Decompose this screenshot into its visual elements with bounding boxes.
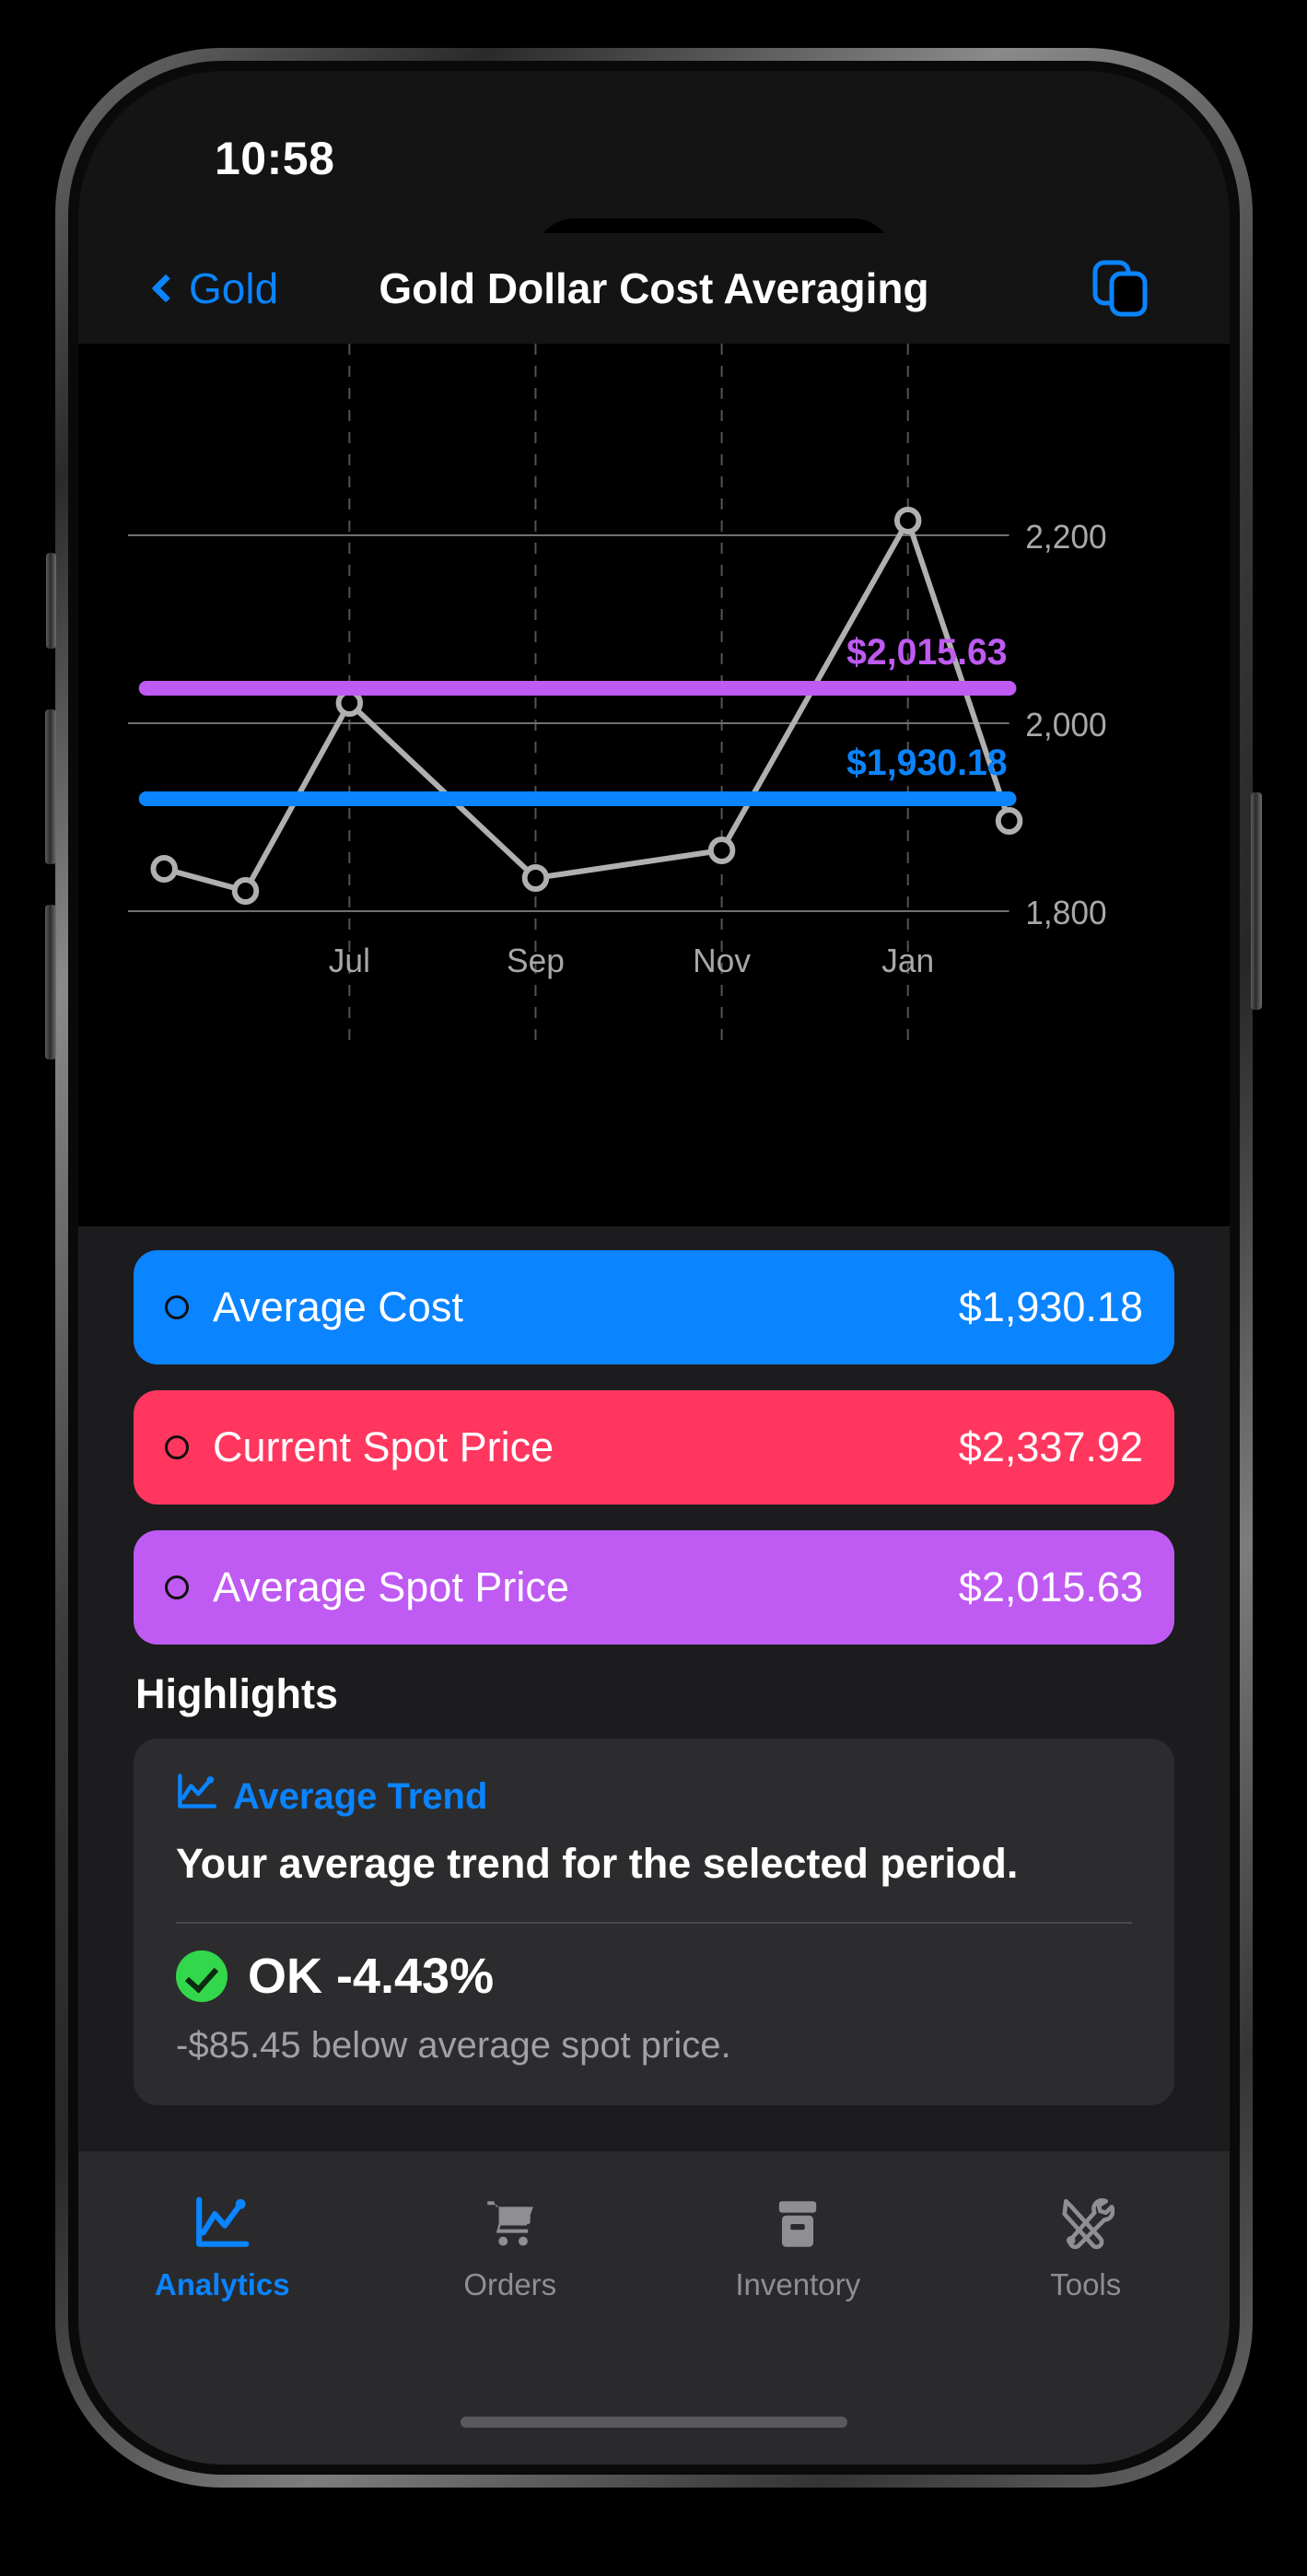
legend-card-average-cost[interactable]: Average Cost $1,930.18	[134, 1250, 1174, 1364]
highlight-card-subtext: -$85.45 below average spot price.	[176, 2024, 731, 2066]
highlight-card-average-trend[interactable]: Average Trend Your average trend for the…	[134, 1739, 1174, 2105]
volume-down-button[interactable]	[45, 905, 56, 1060]
navigation-bar: Gold Gold Dollar Cost Averaging	[78, 233, 1230, 344]
dca-line-chart: 2,200 2,000 1,800 Jul Sep Nov Jan $2,015…	[127, 344, 1107, 1044]
price-series-line	[163, 513, 1012, 895]
circle-marker	[165, 1575, 189, 1599]
average-cost-annotation: $1,930.18	[846, 743, 1008, 783]
content-area: Average Cost $1,930.18 Current Spot Pric…	[78, 1226, 1230, 2151]
tab-label: Tools	[1050, 2267, 1122, 2301]
highlight-card-body: Your average trend for the selected peri…	[176, 1840, 1019, 1887]
phone-frame: 10:58 Gold Gold Dollar Cost Averaging 2,…	[55, 48, 1253, 2488]
chart-line-icon	[189, 2194, 255, 2254]
tab-bar: Analytics Orders Inventory Tools	[78, 2151, 1230, 2465]
circle-marker	[165, 1435, 189, 1459]
x-axis-labels: Jul Sep Nov Jan	[329, 943, 934, 979]
highlight-card-status: OK -4.43%	[176, 1948, 1132, 2005]
tab-inventory[interactable]: Inventory	[654, 2194, 942, 2302]
svg-text:Jul: Jul	[329, 943, 370, 979]
tab-label: Inventory	[735, 2267, 861, 2301]
svg-text:2,000: 2,000	[1025, 707, 1106, 744]
svg-text:Jan: Jan	[881, 943, 934, 979]
archive-box-icon	[764, 2194, 831, 2254]
price-series-points	[150, 507, 1023, 905]
divider	[176, 1921, 1132, 1924]
status-bar-time: 10:58	[215, 133, 335, 184]
legend-card-value: $2,015.63	[958, 1563, 1143, 1610]
svg-text:2,200: 2,200	[1025, 519, 1106, 556]
y-gridlines	[127, 534, 1009, 912]
legend-card-label: Average Cost	[213, 1283, 463, 1330]
tab-tools[interactable]: Tools	[942, 2194, 1231, 2302]
screenshot-root: 10:58 Gold Gold Dollar Cost Averaging 2,…	[0, 0, 1307, 2576]
status-badge: OK -4.43%	[248, 1948, 495, 2004]
y-axis-labels: 2,200 2,000 1,800	[1025, 519, 1106, 931]
tab-orders[interactable]: Orders	[367, 2194, 655, 2302]
tab-label: Analytics	[154, 2267, 290, 2301]
phone-screen: 10:58 Gold Gold Dollar Cost Averaging 2,…	[78, 71, 1230, 2465]
power-button[interactable]	[1251, 792, 1262, 1010]
legend-card-value: $1,930.18	[958, 1283, 1143, 1330]
silent-switch[interactable]	[46, 553, 56, 649]
chart-area[interactable]: 2,200 2,000 1,800 Jul Sep Nov Jan $2,015…	[78, 344, 1230, 1226]
legend-card-label: Current Spot Price	[213, 1423, 554, 1470]
highlights-section-title: Highlights	[135, 1670, 338, 1717]
status-bar: 10:58	[78, 71, 1230, 299]
tools-icon	[1053, 2194, 1119, 2254]
svg-text:Sep: Sep	[507, 943, 565, 979]
average-spot-price-annotation: $2,015.63	[846, 632, 1008, 673]
highlight-card-heading: Average Trend	[233, 1775, 488, 1817]
tab-label: Orders	[463, 2267, 557, 2301]
legend-card-value: $2,337.92	[958, 1423, 1143, 1470]
tab-analytics[interactable]: Analytics	[78, 2194, 367, 2302]
legend-card-current-spot-price[interactable]: Current Spot Price $2,337.92	[134, 1390, 1174, 1505]
phone-frame-inner: 10:58 Gold Gold Dollar Cost Averaging 2,…	[68, 61, 1240, 2475]
legend-card-average-spot-price[interactable]: Average Spot Price $2,015.63	[134, 1530, 1174, 1645]
page-title: Gold Dollar Cost Averaging	[379, 264, 929, 312]
volume-up-button[interactable]	[45, 709, 56, 864]
legend-card-label: Average Spot Price	[213, 1563, 569, 1610]
checkmark-circle-icon	[176, 1950, 228, 2002]
svg-text:Nov: Nov	[693, 943, 751, 979]
chart-line-icon	[176, 1772, 216, 1821]
highlight-card-header: Average Trend	[176, 1772, 1132, 1821]
home-indicator[interactable]	[461, 2417, 847, 2428]
svg-text:1,800: 1,800	[1025, 895, 1106, 931]
shopping-cart-icon	[477, 2194, 543, 2254]
duplicate-icon[interactable]	[1091, 259, 1150, 318]
circle-marker	[165, 1295, 189, 1319]
